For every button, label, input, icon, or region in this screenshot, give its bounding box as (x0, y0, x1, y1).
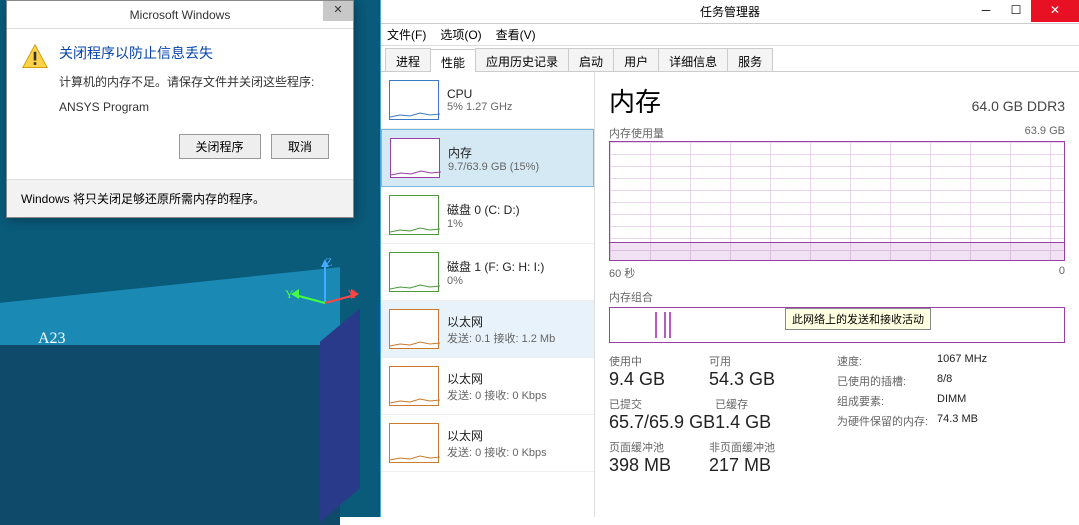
menu-view[interactable]: 查看(V) (496, 26, 536, 43)
minimize-button[interactable]: ─ (971, 0, 1001, 22)
net-sparkline-icon (389, 366, 439, 406)
memory-total: 64.0 GB DDR3 (972, 98, 1065, 114)
net-sparkline-icon (389, 423, 439, 463)
usage-label: 内存使用量 (609, 125, 664, 141)
warning-icon (21, 43, 49, 71)
model-label: A23 (38, 330, 66, 348)
tab-2[interactable]: 应用历史记录 (475, 48, 569, 71)
sidebar-item-cpu-0[interactable]: CPU5% 1.27 GHz (381, 72, 594, 129)
memory-panel: 内存 64.0 GB DDR3 内存使用量 63.9 GB 60 秒 0 内存组… (595, 72, 1079, 517)
mem-sparkline-icon (390, 138, 440, 178)
menu-options[interactable]: 选项(O) (440, 26, 481, 43)
axis-z-label: Z (325, 255, 332, 270)
dialog-program-name: ANSYS Program (59, 100, 339, 114)
usage-max: 63.9 GB (1025, 125, 1065, 141)
axis-y-label: Y (285, 287, 294, 302)
chart-x-right: 0 (1059, 265, 1065, 281)
dialog-heading: 关闭程序以防止信息丢失 (59, 43, 213, 63)
cpu-sparkline-icon (389, 80, 439, 120)
dialog-footer-text: Windows 将只关闭足够还原所需内存的程序。 (7, 179, 353, 217)
tm-tabs: 进程性能应用历史记录启动用户详细信息服务 (381, 46, 1079, 72)
panel-title: 内存 (609, 82, 661, 119)
axes-gizmo: Z Y X (285, 255, 365, 335)
menu-file[interactable]: 文件(F) (387, 26, 426, 43)
low-memory-dialog: Microsoft Windows ✕ 关闭程序以防止信息丢失 计算机的内存不足… (6, 0, 354, 218)
dialog-title-text: Microsoft Windows (130, 8, 231, 22)
window-close-button[interactable]: ✕ (1031, 0, 1079, 22)
tab-3[interactable]: 启动 (568, 48, 614, 71)
sidebar-item-net-5[interactable]: 以太网发送: 0 接收: 0 Kbps (381, 358, 594, 415)
sidebar-item-net-4[interactable]: 以太网发送: 0.1 接收: 1.2 Mb (381, 301, 594, 358)
axis-x-label: X (347, 287, 356, 302)
memory-usage-chart (609, 141, 1065, 261)
composition-label: 内存组合 (609, 289, 1065, 305)
sidebar-item-net-6[interactable]: 以太网发送: 0 接收: 0 Kbps (381, 415, 594, 472)
net-sparkline-icon (389, 309, 439, 349)
tm-titlebar[interactable]: 任务管理器 ─ ☐ ✕ (381, 0, 1079, 24)
tab-5[interactable]: 详细信息 (658, 48, 728, 71)
ethernet-tooltip: 此网络上的发送和接收活动 (785, 308, 931, 330)
chart-x-left: 60 秒 (609, 265, 635, 281)
sidebar-item-disk-3[interactable]: 磁盘 1 (F: G: H: I:)0% (381, 244, 594, 301)
performance-sidebar: CPU5% 1.27 GHz内存9.7/63.9 GB (15%)磁盘 0 (C… (381, 72, 595, 517)
disk-sparkline-icon (389, 195, 439, 235)
dialog-message: 计算机的内存不足。请保存文件并关闭这些程序: (59, 73, 339, 90)
dialog-close-button[interactable]: ✕ (323, 1, 353, 21)
tab-0[interactable]: 进程 (385, 48, 431, 71)
dialog-titlebar[interactable]: Microsoft Windows ✕ (7, 1, 353, 29)
task-manager-window: 任务管理器 ─ ☐ ✕ 文件(F) 选项(O) 查看(V) 进程性能应用历史记录… (380, 0, 1079, 517)
disk-sparkline-icon (389, 252, 439, 292)
stats-left: 使用中9.4 GB可用54.3 GB已提交65.7/65.9 GB已缓存1.4 … (609, 353, 837, 482)
cancel-button[interactable]: 取消 (271, 134, 329, 159)
sidebar-item-mem-1[interactable]: 内存9.7/63.9 GB (15%) (381, 129, 594, 187)
stats-right: 速度:1067 MHz已使用的插槽:8/8组成要素:DIMM为硬件保留的内存:7… (837, 353, 1065, 482)
maximize-button[interactable]: ☐ (1001, 0, 1031, 22)
sidebar-item-disk-2[interactable]: 磁盘 0 (C: D:)1% (381, 187, 594, 244)
close-program-button[interactable]: 关闭程序 (179, 134, 261, 159)
tm-menubar: 文件(F) 选项(O) 查看(V) (381, 24, 1079, 46)
tab-6[interactable]: 服务 (727, 48, 773, 71)
tab-1[interactable]: 性能 (430, 49, 476, 72)
tab-4[interactable]: 用户 (613, 48, 659, 71)
